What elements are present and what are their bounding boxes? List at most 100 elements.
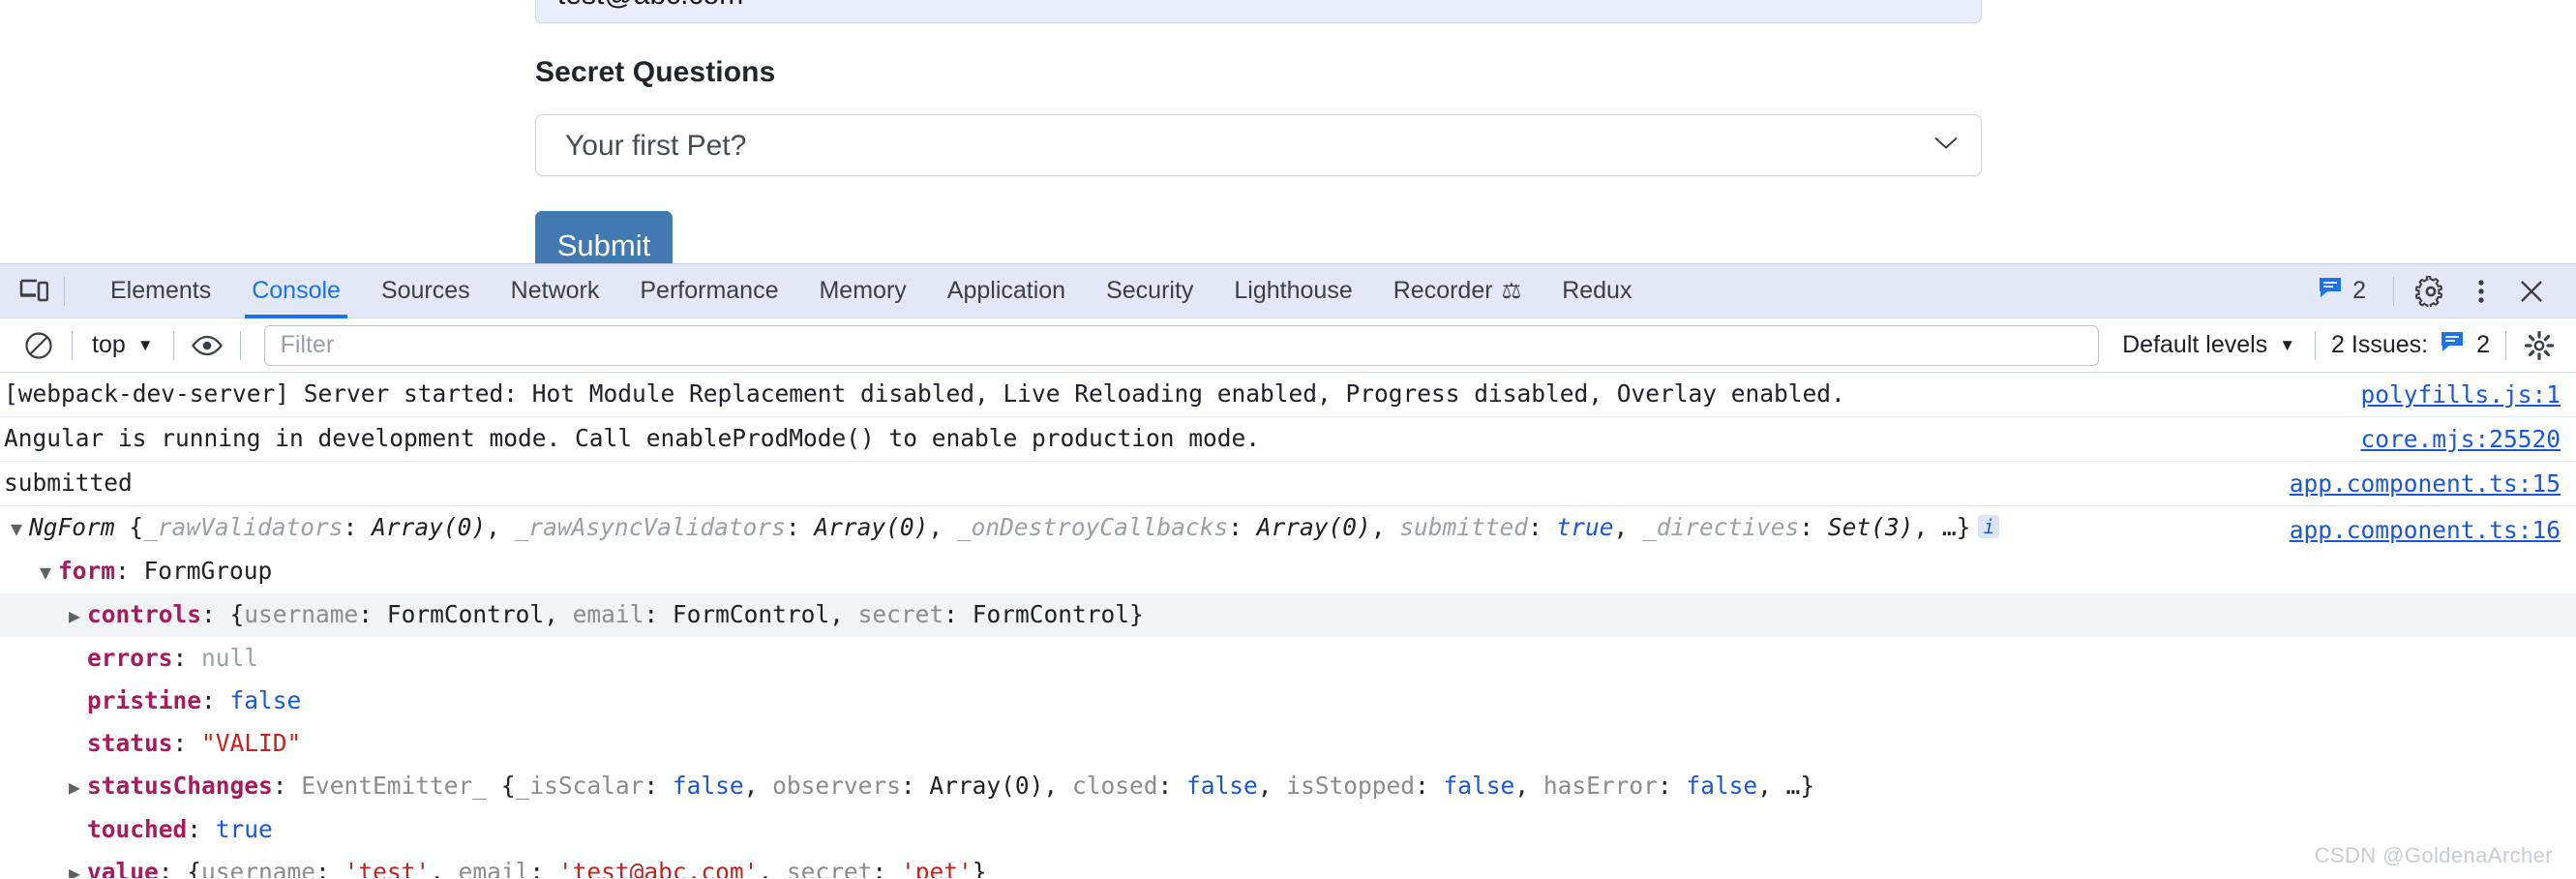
- tab-security[interactable]: Security: [1086, 264, 1213, 318]
- tab-lighthouse[interactable]: Lighthouse: [1213, 264, 1372, 318]
- object-property-row[interactable]: touched: true: [0, 808, 2576, 851]
- email-field[interactable]: [535, 0, 1982, 23]
- property-value: "VALID": [201, 729, 302, 757]
- console-output[interactable]: [webpack-dev-server] Server started: Hot…: [0, 373, 2576, 878]
- object-property-row[interactable]: errors: null: [0, 637, 2576, 680]
- tab-label: Console: [252, 277, 341, 304]
- log-levels-label: Default levels: [2122, 331, 2268, 358]
- preview-value: Array(0): [1256, 513, 1371, 541]
- preview-key: hasError: [1543, 772, 1658, 800]
- log-levels-selector[interactable]: Default levels ▼: [2112, 324, 2305, 367]
- tab-label: Security: [1106, 277, 1194, 304]
- kebab-menu-icon[interactable]: [2458, 268, 2504, 315]
- preview-key: secret: [786, 858, 873, 878]
- object-property-row[interactable]: status: "VALID": [0, 722, 2576, 765]
- chevron-down-icon: ▼: [136, 336, 154, 354]
- issues-count: 2: [2352, 277, 2366, 304]
- console-object-log[interactable]: ▼ NgForm {_rawValidators: Array(0), _rawA…: [0, 506, 2576, 878]
- object-property-row[interactable]: pristine: false: [0, 680, 2576, 722]
- submit-button[interactable]: Submit: [535, 211, 673, 263]
- console-toolbar-divider-2: [172, 330, 174, 360]
- preview-key: isStopped: [1286, 772, 1416, 800]
- console-toolbar-divider-1: [72, 330, 73, 360]
- object-property-row[interactable]: ▼ form: FormGroup: [0, 550, 2576, 593]
- info-badge-icon[interactable]: i: [1978, 515, 2000, 538]
- preview-value: false: [672, 772, 744, 800]
- log-source-link[interactable]: polyfills.js:1: [2360, 379, 2561, 411]
- signup-form: Secret Questions Your first Pet? Submit: [535, 0, 1982, 263]
- tab-label: Redux: [1562, 277, 1632, 304]
- tab-application[interactable]: Application: [927, 264, 1086, 318]
- issues-indicator[interactable]: 2: [2304, 270, 2380, 313]
- tab-label: Lighthouse: [1234, 277, 1353, 304]
- expand-arrow-icon[interactable]: ▼: [33, 554, 58, 591]
- tab-label: Elements: [110, 277, 212, 304]
- tab-redux[interactable]: Redux: [1542, 264, 1652, 318]
- property-value: null: [201, 644, 259, 672]
- expand-arrow-icon[interactable]: ▶: [62, 769, 87, 805]
- preview-closing: }: [1128, 600, 1144, 628]
- console-log-row[interactable]: Angular is running in development mode. …: [0, 417, 2576, 462]
- preview-value: FormControl: [672, 600, 830, 628]
- tab-console[interactable]: Console: [231, 264, 361, 318]
- property-key: controls: [87, 600, 202, 628]
- preview-value: FormControl: [386, 600, 545, 628]
- preview-key: _directives: [1642, 513, 1800, 541]
- message-bubble-icon: [2440, 330, 2465, 360]
- expand-arrow-icon[interactable]: ▶: [62, 855, 87, 878]
- console-log-row[interactable]: [webpack-dev-server] Server started: Hot…: [0, 373, 2576, 417]
- log-message: submitted: [4, 469, 133, 497]
- property-key: form: [58, 557, 116, 585]
- watermark: CSDN @GoldenaArcher: [2314, 843, 2553, 867]
- tab-label: Network: [510, 277, 600, 304]
- expand-arrow-icon[interactable]: ▶: [62, 597, 87, 634]
- preview-key: _rawValidators: [143, 513, 344, 541]
- property-value: true: [215, 815, 273, 843]
- console-log-row[interactable]: submitted app.component.ts:15: [0, 462, 2576, 506]
- preview-value: Array(0): [929, 772, 1044, 800]
- execution-context-selector[interactable]: top ▼: [82, 324, 164, 367]
- tab-network[interactable]: Network: [491, 264, 620, 318]
- preview-value: true: [1556, 513, 1614, 541]
- gear-icon[interactable]: [2408, 268, 2454, 315]
- log-source-link[interactable]: app.component.ts:15: [2290, 468, 2561, 500]
- object-property-row[interactable]: ▶ controls: {username: FormControl, email…: [0, 593, 2576, 637]
- no-entry-clear-console-icon[interactable]: [15, 322, 62, 369]
- preview-value: 'test@abc.com': [557, 858, 759, 878]
- object-property-row[interactable]: ▶ statusChanges: EventEmitter_ {_isScalar…: [0, 765, 2576, 808]
- preview-key: closed: [1071, 772, 1158, 800]
- object-property-row[interactable]: ▶ value: {username: 'test', email: 'test@…: [0, 851, 2576, 878]
- tabbar-divider-2: [2393, 276, 2394, 306]
- close-icon[interactable]: [2508, 268, 2555, 315]
- console-toolbar: top ▼ Default levels ▼ 2 Issues:: [0, 318, 2576, 373]
- preview-constructor: EventEmitter_: [301, 772, 488, 800]
- log-message: [webpack-dev-server] Server started: Hot…: [4, 379, 1845, 408]
- log-source-link[interactable]: app.component.ts:16: [2290, 512, 2561, 549]
- tab-memory[interactable]: Memory: [798, 264, 926, 318]
- issues-summary-count: 2: [2476, 331, 2490, 358]
- tab-performance[interactable]: Performance: [619, 264, 798, 318]
- devtools-tabbar: Elements Console Sources Network Perform…: [0, 264, 2576, 318]
- tabbar-actions: 2: [2304, 264, 2561, 318]
- log-source-link[interactable]: core.mjs:25520: [2360, 423, 2561, 456]
- secret-question-select[interactable]: Your first Pet?: [535, 114, 1982, 176]
- filter-input[interactable]: [263, 324, 2100, 366]
- preview-key: observers: [772, 772, 901, 800]
- console-toolbar-divider-3: [239, 330, 241, 360]
- property-key: errors: [87, 644, 173, 672]
- tab-sources[interactable]: Sources: [361, 264, 491, 318]
- preview-key: email: [572, 600, 644, 628]
- console-settings-gear-icon[interactable]: [2516, 322, 2562, 369]
- preview-ellipsis: , …}: [1757, 772, 1815, 800]
- tab-elements[interactable]: Elements: [90, 264, 231, 318]
- device-toolbar-icon[interactable]: [14, 264, 54, 318]
- eye-live-expression-icon[interactable]: [184, 322, 230, 369]
- preview-value: false: [1443, 772, 1515, 800]
- issues-summary[interactable]: 2 Issues: 2: [2325, 330, 2496, 360]
- object-header-row[interactable]: ▼ NgForm {_rawValidators: Array(0), _rawA…: [0, 506, 2576, 550]
- preview-value: FormControl: [972, 600, 1129, 628]
- tab-recorder[interactable]: Recorder ⚖: [1373, 264, 1542, 318]
- issues-summary-label: 2 Issues:: [2331, 331, 2429, 358]
- expand-arrow-icon[interactable]: ▼: [4, 510, 29, 547]
- chevron-down-icon: ▼: [2279, 336, 2296, 354]
